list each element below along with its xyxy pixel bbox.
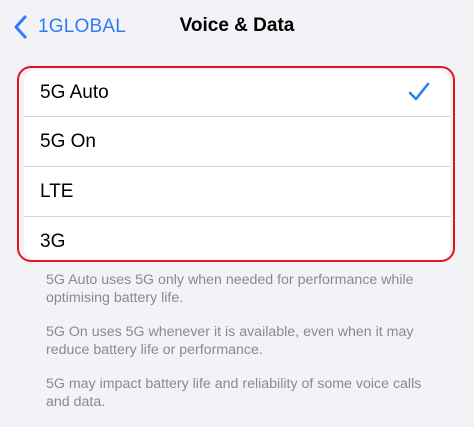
option-lte[interactable]: LTE: [24, 166, 450, 216]
option-5g-on[interactable]: 5G On: [24, 116, 450, 166]
footnote-5g-on: 5G On uses 5G whenever it is available, …: [46, 324, 414, 358]
footnotes: 5G Auto uses 5G only when needed for per…: [46, 271, 446, 427]
option-3g[interactable]: 3G: [24, 216, 450, 260]
page-title: Voice & Data: [179, 15, 295, 36]
option-label: LTE: [40, 180, 74, 202]
footnote-5g-auto: 5G Auto uses 5G only when needed for per…: [46, 272, 414, 306]
option-label: 5G Auto: [40, 82, 109, 103]
checkmark-icon: [408, 81, 430, 103]
option-5g-auto[interactable]: 5G Auto: [24, 70, 450, 116]
network-options-list: 5G Auto 5G On LTE 3G: [24, 70, 450, 260]
navigation-bar: 1GLOBAL Voice & Data: [0, 0, 474, 58]
footnote-5g-impact: 5G may impact battery life and reliabili…: [46, 376, 422, 410]
option-label: 5G On: [40, 130, 96, 152]
option-label: 3G: [40, 230, 66, 252]
